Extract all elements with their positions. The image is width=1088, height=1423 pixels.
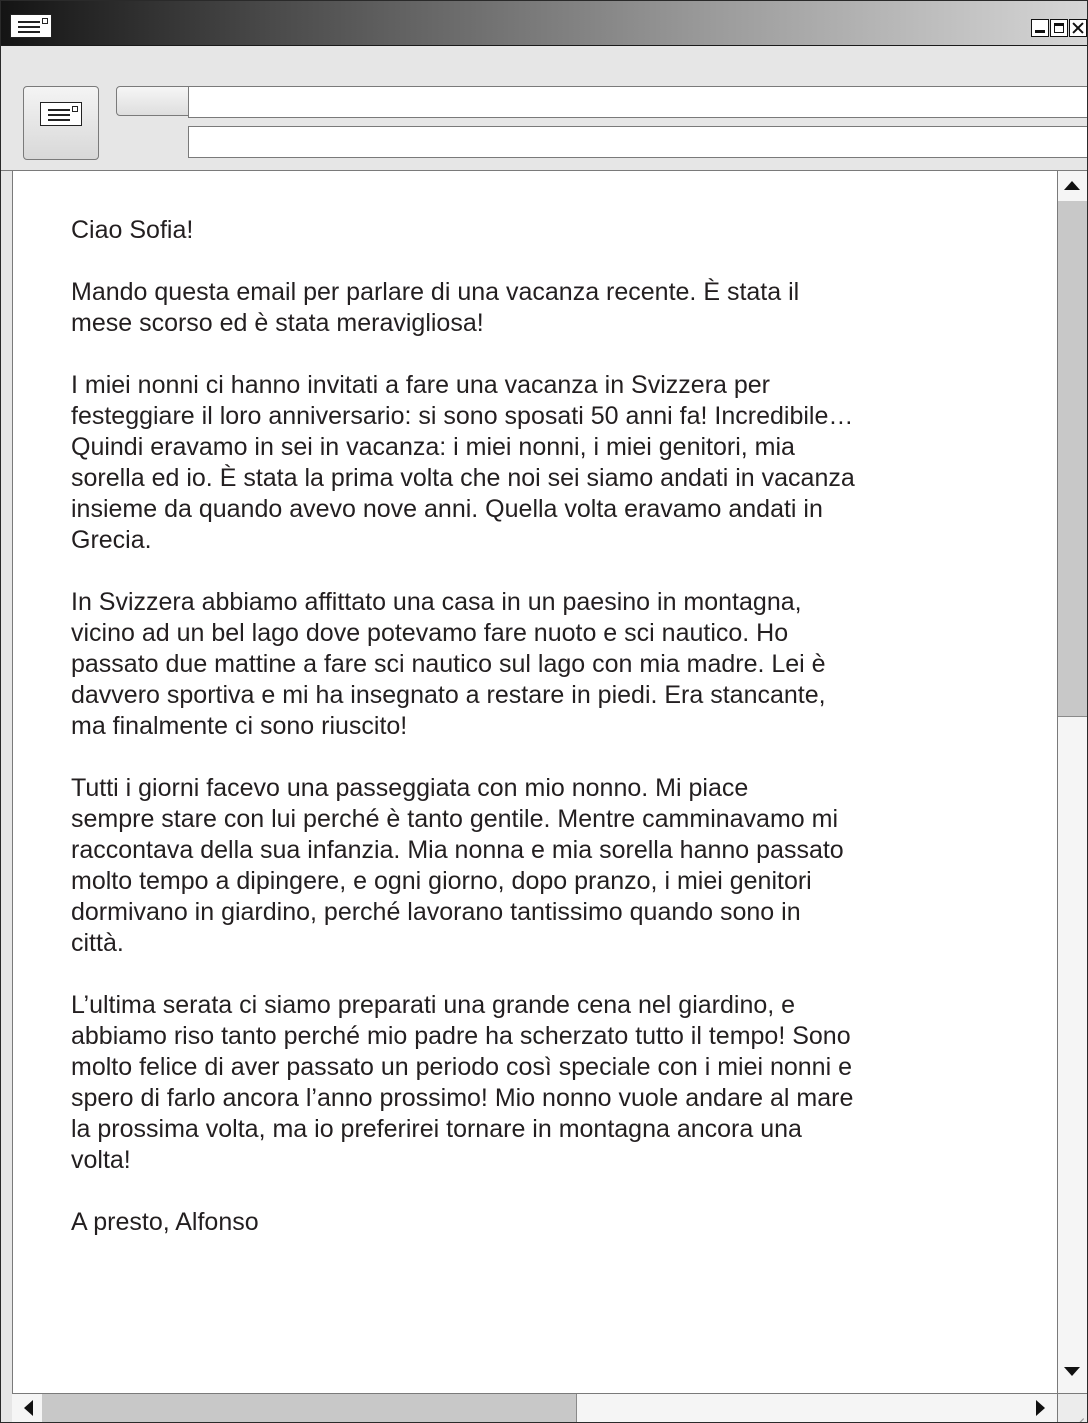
- paragraph-last-evening: L’ultima serata ci siamo preparati una g…: [71, 991, 854, 1174]
- subject-field[interactable]: [188, 126, 1087, 158]
- sign-off: A presto, Alfonso: [71, 1208, 259, 1236]
- greeting: Ciao Sofia!: [71, 216, 194, 244]
- compose-header: [1, 46, 1087, 171]
- envelope-icon: [40, 102, 82, 126]
- minimize-button[interactable]: [1031, 19, 1049, 37]
- envelope-icon: [10, 14, 52, 38]
- horizontal-scroll-thumb[interactable]: [42, 1394, 577, 1422]
- scroll-down-icon[interactable]: [1064, 1367, 1080, 1376]
- message-text: Ciao Sofia! Mando questa email per parla…: [71, 215, 1011, 1269]
- to-button[interactable]: [116, 86, 189, 116]
- paragraph-daily-life: Tutti i giorni facevo una passeggiata co…: [71, 774, 844, 957]
- maximize-icon: [1054, 23, 1064, 33]
- scroll-up-icon[interactable]: [1064, 181, 1080, 190]
- scroll-left-icon[interactable]: [24, 1400, 33, 1416]
- close-button[interactable]: [1069, 19, 1087, 37]
- title-bar[interactable]: [1, 1, 1087, 46]
- message-body[interactable]: Ciao Sofia! Mando questa email per parla…: [12, 171, 1057, 1393]
- paragraph-intro: Mando questa email per parlare di una va…: [71, 278, 800, 337]
- horizontal-scrollbar[interactable]: [12, 1393, 1057, 1422]
- send-button[interactable]: [23, 86, 99, 160]
- vertical-scroll-thumb[interactable]: [1058, 201, 1087, 717]
- maximize-button[interactable]: [1050, 19, 1068, 37]
- resize-grip-icon[interactable]: [1057, 1393, 1087, 1422]
- email-window: Ciao Sofia! Mando questa email per parla…: [0, 0, 1088, 1423]
- paragraph-switzerland: In Svizzera abbiamo affittato una casa i…: [71, 588, 826, 740]
- to-field[interactable]: [188, 86, 1087, 118]
- scroll-right-icon[interactable]: [1036, 1400, 1045, 1416]
- paragraph-grandparents: I miei nonni ci hanno invitati a fare un…: [71, 371, 855, 554]
- minimize-icon: [1035, 30, 1045, 33]
- vertical-scrollbar[interactable]: [1057, 171, 1087, 1393]
